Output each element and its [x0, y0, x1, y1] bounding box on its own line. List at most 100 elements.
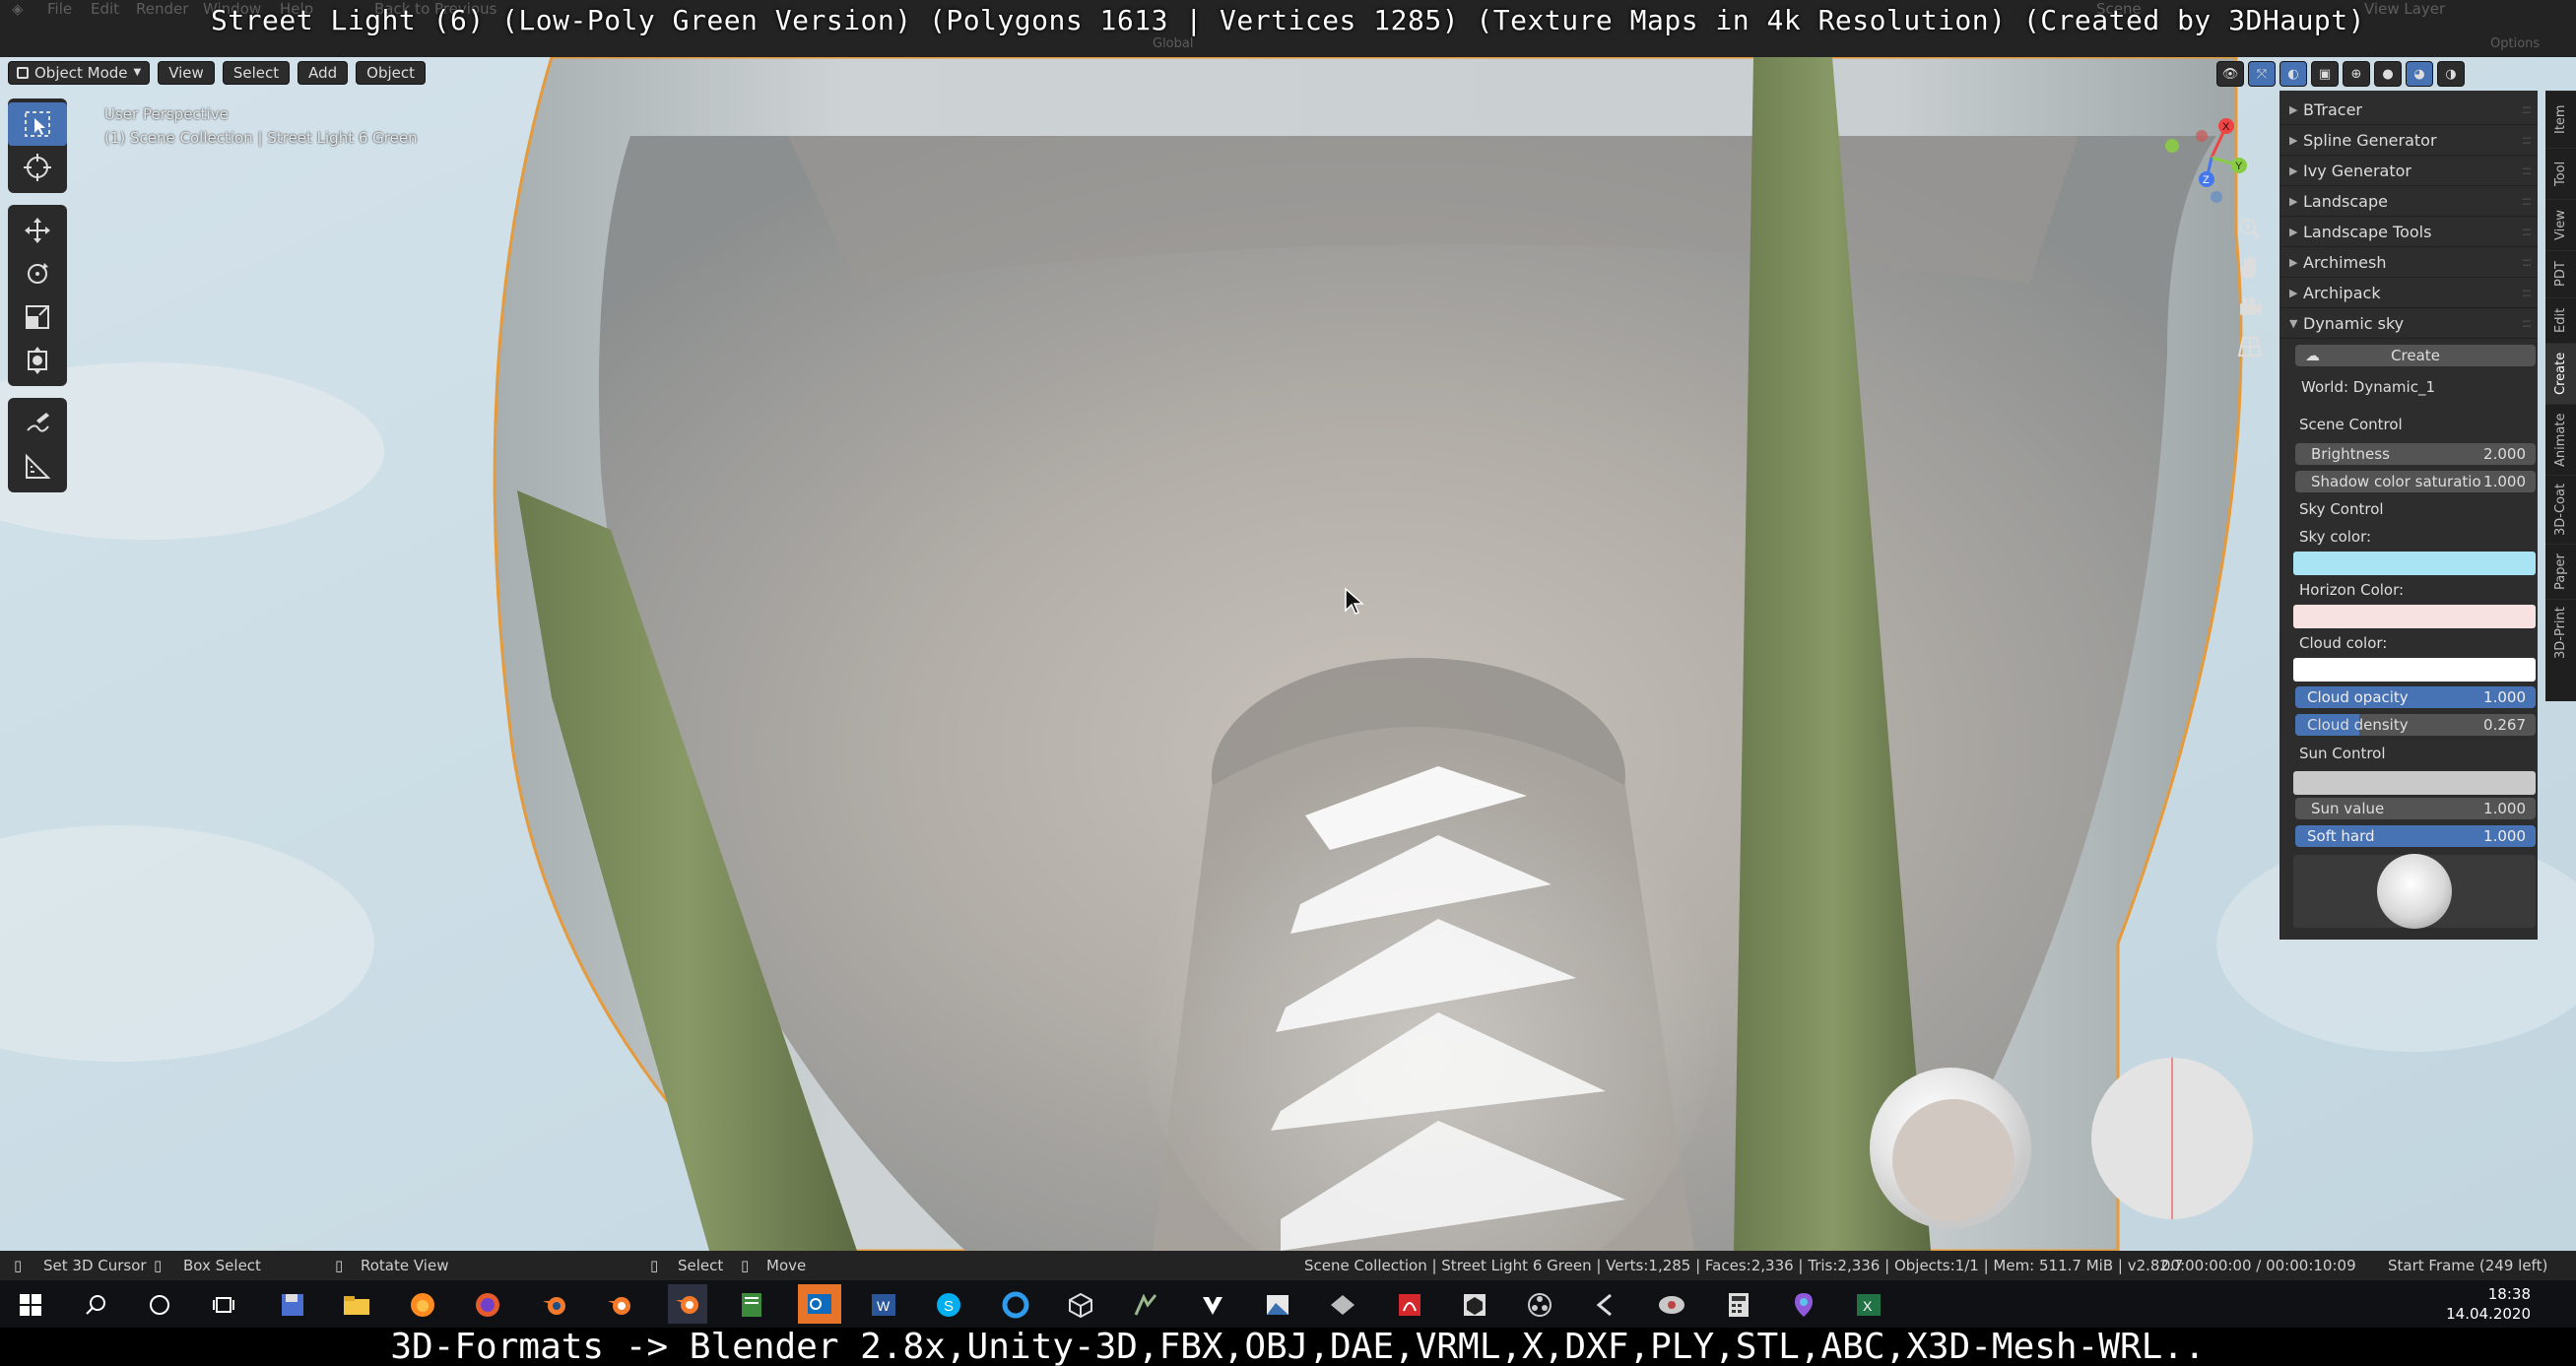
windows-start-icon[interactable]	[14, 1288, 47, 1322]
system-clock[interactable]: 18:38 14.04.2020	[2446, 1284, 2531, 1324]
drag-grip-icon[interactable]: ::::	[2522, 163, 2532, 177]
app-icon[interactable]	[1129, 1288, 1162, 1322]
drag-grip-icon[interactable]: ::::	[2522, 102, 2532, 116]
edge-icon[interactable]	[999, 1288, 1032, 1322]
measure-tool[interactable]	[8, 445, 67, 488]
gizmo-toggle[interactable]: ⤧	[2248, 61, 2276, 87]
annotate-tool[interactable]	[8, 402, 67, 445]
add-menu[interactable]: Add	[297, 61, 349, 85]
rendered-sphere-icon: ◑	[2445, 66, 2457, 82]
view-menu[interactable]: View	[158, 61, 215, 85]
transform-orientation-dropdown[interactable]: Global	[1153, 35, 1193, 53]
word-icon[interactable]: W	[867, 1288, 900, 1322]
sun-color-swatch[interactable]	[2293, 771, 2536, 795]
object-mode-dropdown[interactable]: Object Mode ▼	[8, 61, 151, 85]
cursor-tool[interactable]	[8, 146, 67, 189]
shading-wireframe[interactable]: ⊕	[2343, 61, 2370, 87]
firefox-orange-icon[interactable]	[406, 1288, 439, 1322]
tab-view[interactable]: View	[2545, 199, 2576, 250]
image-viewer-icon[interactable]	[1261, 1288, 1294, 1322]
select-box-tool[interactable]	[8, 102, 67, 146]
zoom-button[interactable]	[2230, 209, 2270, 248]
blender-icon[interactable]	[538, 1288, 571, 1322]
panel-archimesh[interactable]: ▶ Archimesh::::	[2279, 247, 2538, 278]
drag-grip-icon[interactable]: ::::	[2522, 225, 2532, 238]
visibility-toggle[interactable]: 👁	[2216, 61, 2244, 87]
sky-color-swatch[interactable]	[2293, 552, 2536, 575]
file-explorer-icon[interactable]	[340, 1288, 373, 1322]
sun-preview[interactable]	[2293, 854, 2536, 929]
vivaldi-icon[interactable]	[1196, 1288, 1229, 1322]
tab-pdt[interactable]: PDT	[2545, 250, 2576, 297]
acrobat-icon[interactable]	[1393, 1288, 1426, 1322]
app-icon[interactable]	[1655, 1288, 1688, 1322]
cortana-icon[interactable]	[143, 1288, 176, 1322]
horizon-color-swatch[interactable]	[2293, 605, 2536, 628]
select-menu[interactable]: Select	[222, 61, 291, 85]
tab-item[interactable]: Item	[2545, 91, 2576, 148]
cloud-density-slider[interactable]: Cloud density 0.267	[2295, 714, 2536, 736]
shadow-saturation-field[interactable]: Shadow color saturatio 1.000	[2295, 471, 2536, 492]
object-menu[interactable]: Object	[356, 61, 426, 85]
maps-icon[interactable]	[1787, 1288, 1820, 1322]
options-dropdown[interactable]: Options	[2490, 35, 2540, 53]
camera-view-button[interactable]	[2230, 288, 2270, 327]
unity-icon[interactable]	[1458, 1288, 1491, 1322]
tab-create[interactable]: Create	[2545, 343, 2576, 404]
notepad-icon[interactable]	[735, 1288, 768, 1322]
panel-landscape-tools[interactable]: ▶ Landscape Tools::::	[2279, 217, 2538, 247]
obs-icon[interactable]	[1523, 1288, 1556, 1322]
y-axis-negative-handle[interactable]	[2165, 139, 2179, 153]
drag-grip-icon[interactable]: ::::	[2522, 255, 2532, 269]
perspective-toggle-button[interactable]	[2230, 327, 2270, 366]
drag-grip-icon[interactable]: ::::	[2522, 286, 2532, 299]
panel-dynamic-sky[interactable]: ▼ Dynamic sky::::	[2279, 308, 2538, 339]
save-disk-icon[interactable]	[276, 1288, 309, 1322]
blender-icon[interactable]	[603, 1288, 636, 1322]
cloud-color-swatch[interactable]	[2293, 658, 2536, 682]
shading-material[interactable]: ◕	[2406, 61, 2433, 87]
brightness-field[interactable]: Brightness 2.000	[2295, 443, 2536, 465]
tab-3d-print[interactable]: 3D-Print	[2545, 599, 2576, 666]
panel-archipack[interactable]: ▶ Archipack::::	[2279, 278, 2538, 308]
blender-active-icon[interactable]	[668, 1284, 707, 1324]
shading-solid[interactable]: ●	[2374, 61, 2402, 87]
move-tool[interactable]	[8, 209, 67, 252]
create-button[interactable]: ☁ Create	[2295, 345, 2536, 366]
task-view-icon[interactable]	[207, 1288, 240, 1322]
firefox-icon[interactable]	[471, 1288, 504, 1322]
shading-rendered[interactable]: ◑	[2437, 61, 2465, 87]
tab-3d-coat[interactable]: 3D-Coat	[2545, 475, 2576, 544]
cloud-opacity-slider[interactable]: Cloud opacity 1.000	[2295, 686, 2536, 708]
sky-icon: ☁	[2305, 347, 2320, 364]
panel-btracer[interactable]: ▶ BTracer::::	[2279, 95, 2538, 125]
scale-tool[interactable]	[8, 295, 67, 339]
overlay-toggle[interactable]: ◐	[2279, 61, 2307, 87]
tab-animate[interactable]: Animate	[2545, 404, 2576, 475]
skype-icon[interactable]: S	[932, 1288, 965, 1322]
panel-spline-generator[interactable]: ▶ Spline Generator::::	[2279, 125, 2538, 156]
app-icon[interactable]	[1326, 1288, 1359, 1322]
3d-viewer-icon[interactable]	[1064, 1288, 1097, 1322]
soft-hard-slider[interactable]: Soft hard 1.000	[2295, 825, 2536, 847]
3d-viewport[interactable]	[0, 57, 2576, 1251]
app-icon[interactable]	[1588, 1288, 1621, 1322]
calculator-icon[interactable]	[1722, 1288, 1755, 1322]
drag-grip-icon[interactable]: ::::	[2522, 194, 2532, 208]
rotate-tool[interactable]	[8, 252, 67, 295]
panel-landscape[interactable]: ▶ Landscape::::	[2279, 186, 2538, 217]
panel-ivy-generator[interactable]: ▶ Ivy Generator::::	[2279, 156, 2538, 186]
sun-value-field[interactable]: Sun value 1.000	[2295, 798, 2536, 819]
pan-button[interactable]	[2230, 248, 2270, 288]
drag-grip-icon[interactable]: ::::	[2522, 316, 2532, 330]
transform-tool[interactable]	[8, 339, 67, 382]
tab-paper[interactable]: Paper	[2545, 544, 2576, 599]
outlook-icon[interactable]	[798, 1284, 841, 1324]
tab-tool[interactable]: Tool	[2545, 148, 2576, 199]
excel-icon[interactable]: X	[1852, 1288, 1885, 1322]
navigation-gizmo[interactable]: X Y Z	[2162, 108, 2261, 207]
drag-grip-icon[interactable]: ::::	[2522, 133, 2532, 147]
search-icon[interactable]	[79, 1288, 112, 1322]
xray-toggle[interactable]: ▣	[2311, 61, 2339, 87]
tab-edit[interactable]: Edit	[2545, 297, 2576, 343]
